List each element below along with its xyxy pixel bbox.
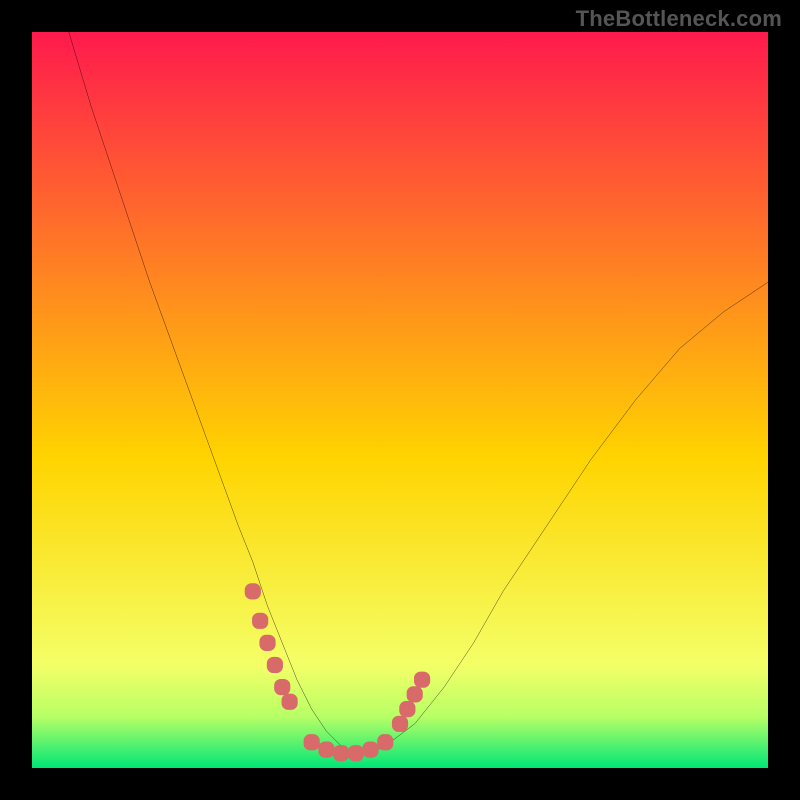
marker-point — [333, 745, 349, 761]
gradient-background — [32, 32, 768, 768]
marker-point — [267, 657, 283, 673]
marker-point — [377, 734, 393, 750]
marker-point — [245, 583, 261, 599]
marker-point — [362, 742, 378, 758]
marker-point — [407, 686, 423, 702]
chart-svg — [32, 32, 768, 768]
marker-point — [304, 734, 320, 750]
marker-point — [274, 679, 290, 695]
marker-point — [392, 716, 408, 732]
marker-point — [399, 701, 415, 717]
chart-frame: TheBottleneck.com — [0, 0, 800, 800]
marker-point — [414, 672, 430, 688]
marker-point — [259, 635, 275, 651]
marker-point — [348, 745, 364, 761]
marker-point — [318, 742, 334, 758]
plot-area — [32, 32, 768, 768]
marker-point — [282, 694, 298, 710]
marker-point — [252, 613, 268, 629]
watermark-text: TheBottleneck.com — [576, 6, 782, 32]
